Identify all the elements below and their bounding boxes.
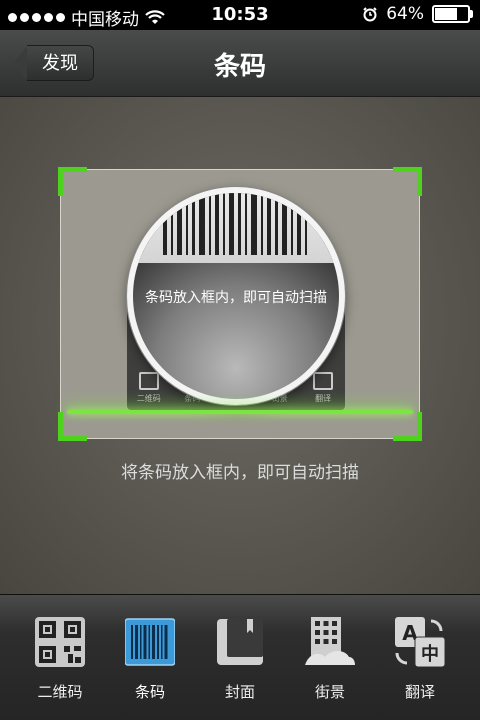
qr-code-icon <box>35 617 85 667</box>
tab-label: 条码 <box>134 683 165 701</box>
navigation-bar: 发现 条码 <box>0 30 480 97</box>
alarm-icon <box>363 7 377 22</box>
preview-tab: 翻译 <box>303 372 343 404</box>
status-bar: 中国移动 10:53 64% <box>0 0 480 30</box>
status-right: 64% <box>362 4 473 24</box>
scan-line <box>67 410 413 414</box>
frame-corner-bottom-right <box>393 412 422 441</box>
magnified-instruction: 条码放入框内，即可自动扫描 <box>145 290 327 306</box>
book-cover-icon <box>215 617 265 667</box>
tab-street-view[interactable]: 街景 <box>290 617 370 702</box>
battery-icon <box>432 5 473 23</box>
battery-percent: 64% <box>386 4 424 24</box>
magnifier-lens: 条码放入框内，即可自动扫描 <box>127 187 345 405</box>
tab-barcode[interactable]: 条码 <box>110 617 190 702</box>
frame-corner-bottom-left <box>58 412 87 441</box>
tab-label: 二维码 <box>37 683 83 701</box>
street-view-icon <box>305 617 355 667</box>
scan-hint: 将条码放入框内，即可自动扫描 <box>121 463 359 483</box>
camera-view: 二维码 条码 封面 街景 翻译 <box>0 97 480 594</box>
tab-qr-code[interactable]: 二维码 <box>20 617 100 702</box>
svg-text:中: 中 <box>421 643 439 665</box>
translate-icon: A 中 <box>395 617 446 668</box>
magnified-barcode <box>133 193 339 263</box>
scan-frame: 二维码 条码 封面 街景 翻译 <box>58 167 422 441</box>
frame-corner-top-right <box>393 167 422 196</box>
bottom-tab-bar: 二维码 条码 封面 街景 A 中 翻译 <box>0 594 480 720</box>
page-title: 条码 <box>213 52 266 82</box>
tab-book-cover[interactable]: 封面 <box>200 617 280 702</box>
battery-level <box>435 8 457 20</box>
barcode-icon <box>124 617 176 667</box>
tab-label: 街景 <box>314 683 345 701</box>
tab-label: 封面 <box>224 683 255 701</box>
tab-translate[interactable]: A 中 翻译 <box>380 617 460 702</box>
tab-label: 翻译 <box>404 683 435 701</box>
frame-corner-top-left <box>58 167 87 196</box>
